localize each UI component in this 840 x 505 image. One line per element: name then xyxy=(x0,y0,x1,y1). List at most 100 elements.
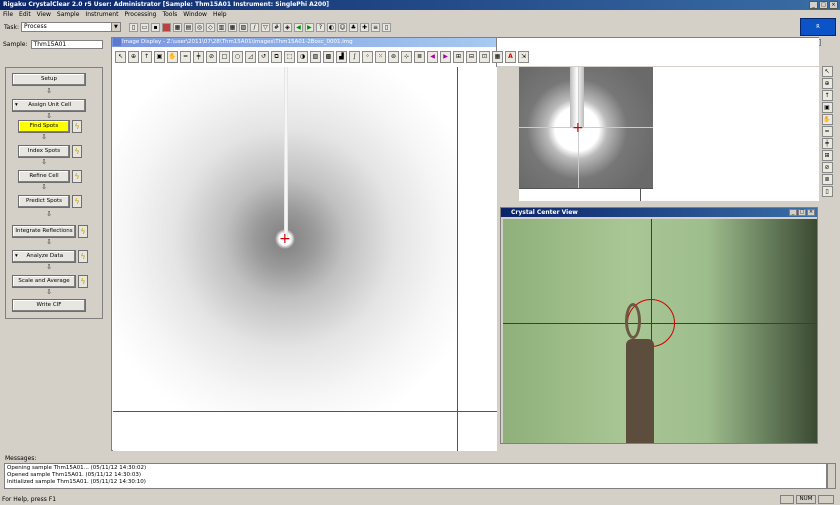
help-icon[interactable]: ? xyxy=(315,22,325,32)
grid-icon[interactable]: ▦ xyxy=(492,50,503,63)
menu-processing[interactable]: Processing xyxy=(121,10,159,19)
analyze-data-button[interactable]: ▾ Analyze Data xyxy=(12,250,76,263)
lightning-icon[interactable]: ϟ xyxy=(72,195,82,208)
menu-sample[interactable]: Sample xyxy=(54,10,83,19)
eraser-icon[interactable]: ◿ xyxy=(245,50,256,63)
predict-spots-button[interactable]: Predict Spots xyxy=(18,195,70,208)
frame-icon[interactable]: ▣ xyxy=(154,50,165,63)
lightning-icon[interactable]: ϟ xyxy=(72,120,82,133)
lightning-icon[interactable]: ϟ xyxy=(78,225,88,238)
previous-image-icon[interactable]: ◀ xyxy=(427,50,438,63)
maximize-button[interactable]: □ xyxy=(819,1,828,9)
pointer-icon[interactable]: ↖ xyxy=(821,66,833,77)
open-folder-icon[interactable]: ▭ xyxy=(139,22,149,32)
save-icon[interactable]: ▪ xyxy=(150,22,160,32)
overlay-icon[interactable]: ⊚ xyxy=(388,50,399,63)
arrow-left-icon[interactable]: ◀ xyxy=(293,22,303,32)
next-image-icon[interactable]: ▶ xyxy=(440,50,451,63)
refine-cell-button[interactable]: Refine Cell xyxy=(18,170,70,183)
document-icon[interactable]: ▯ xyxy=(381,22,391,32)
crystal-icon[interactable]: ◇ xyxy=(205,22,215,32)
chart-icon[interactable]: ▨ xyxy=(238,22,248,32)
magnify-icon[interactable]: ⊘ xyxy=(821,162,833,173)
list-icon[interactable]: ≡ xyxy=(370,22,380,32)
lightning-icon[interactable]: ϟ xyxy=(78,250,88,263)
stack-icon[interactable]: ≣ xyxy=(821,174,833,185)
scan-icon[interactable]: ▥ xyxy=(216,22,226,32)
palette-icon[interactable]: ▧ xyxy=(310,50,321,63)
menu-edit[interactable]: Edit xyxy=(16,10,34,19)
menu-tools[interactable]: Tools xyxy=(159,10,180,19)
frame-icon[interactable]: ▣ xyxy=(821,102,833,113)
minimize-button[interactable]: _ xyxy=(789,209,797,216)
colormap-icon[interactable]: ▩ xyxy=(323,50,334,63)
contrast-icon[interactable]: ◑ xyxy=(297,50,308,63)
line-icon[interactable]: ═ xyxy=(821,126,833,137)
lightning-icon[interactable]: ϟ xyxy=(78,275,88,288)
ruler-icon[interactable]: ╪ xyxy=(193,50,204,63)
menu-instrument[interactable]: Instrument xyxy=(82,10,121,19)
beam-icon[interactable]: ✚ xyxy=(359,22,369,32)
sample-icon[interactable]: ♣ xyxy=(348,22,358,32)
task-select[interactable]: Process ▼ xyxy=(20,22,121,32)
wand-icon[interactable]: / xyxy=(249,22,259,32)
goniometer-icon[interactable]: ◎ xyxy=(194,22,204,32)
write-cif-button[interactable]: Write CIF xyxy=(12,299,86,312)
magnify-icon[interactable]: ⊘ xyxy=(206,50,217,63)
zoom-in-icon[interactable]: ⊞ xyxy=(821,150,833,161)
integrate-reflections-button[interactable]: Integrate Reflections xyxy=(12,225,76,238)
print-icon[interactable]: ▤ xyxy=(183,22,193,32)
scroll-icon[interactable]: ▯ xyxy=(821,186,833,197)
minimize-button[interactable]: _ xyxy=(809,1,818,9)
sample-field[interactable]: Thm15A01 xyxy=(30,40,103,49)
scale-and-average-button[interactable]: Scale and Average xyxy=(12,275,76,288)
zoom-in-icon[interactable]: ⊞ xyxy=(453,50,464,63)
curve-icon[interactable]: ∫ xyxy=(349,50,360,63)
table-icon[interactable]: ▦ xyxy=(227,22,237,32)
select-icon[interactable]: ⬚ xyxy=(284,50,295,63)
filter-icon[interactable]: ▽ xyxy=(260,22,270,32)
dial-icon[interactable]: ◐ xyxy=(326,22,336,32)
hand-icon[interactable]: ✋ xyxy=(167,50,178,63)
menu-window[interactable]: Window xyxy=(180,10,210,19)
index-spots-button[interactable]: Index Spots xyxy=(18,145,70,158)
pointer-icon[interactable]: ↖ xyxy=(115,50,126,63)
setup-button[interactable]: Setup xyxy=(12,73,86,86)
predict-icon[interactable]: ⁙ xyxy=(375,50,386,63)
rectangle-icon[interactable]: □ xyxy=(219,50,230,63)
zoom-icon[interactable]: ⊕ xyxy=(821,78,833,89)
histogram-icon[interactable]: ▟ xyxy=(336,50,347,63)
spots-icon[interactable]: ⁘ xyxy=(362,50,373,63)
close-button[interactable]: × xyxy=(807,209,815,216)
image-icon[interactable]: ▦ xyxy=(172,22,182,32)
zoom-out-icon[interactable]: ⊟ xyxy=(466,50,477,63)
zoom-icon[interactable]: ⊕ xyxy=(128,50,139,63)
line-icon[interactable]: ═ xyxy=(180,50,191,63)
close-button[interactable]: × xyxy=(829,1,838,9)
stop-icon[interactable] xyxy=(161,22,171,32)
circle-icon[interactable]: ○ xyxy=(232,50,243,63)
menu-file[interactable]: File xyxy=(0,10,16,19)
grid-icon[interactable]: # xyxy=(271,22,281,32)
new-file-icon[interactable]: ▯ xyxy=(128,22,138,32)
up-arrow-icon[interactable]: ↑ xyxy=(141,50,152,63)
copy-icon[interactable]: ⧉ xyxy=(271,50,282,63)
lightning-icon[interactable]: ϟ xyxy=(72,170,82,183)
restore-button[interactable]: □ xyxy=(798,209,806,216)
lightning-icon[interactable]: ϟ xyxy=(72,145,82,158)
find-spots-button[interactable]: Find Spots xyxy=(18,120,70,133)
hand-icon[interactable]: ✋ xyxy=(821,114,833,125)
menu-help[interactable]: Help xyxy=(210,10,230,19)
rotate-icon[interactable]: ↺ xyxy=(258,50,269,63)
export-icon[interactable]: ⇲ xyxy=(518,50,529,63)
stack-icon[interactable]: ≣ xyxy=(414,50,425,63)
person-icon[interactable]: ☺ xyxy=(337,22,347,32)
menu-view[interactable]: View xyxy=(34,10,54,19)
text-tool-icon[interactable]: A xyxy=(505,50,516,63)
settings-icon[interactable]: ◈ xyxy=(282,22,292,32)
assign-unit-cell-button[interactable]: ▾ Assign Unit Cell xyxy=(12,99,86,112)
messages-scrollbar[interactable] xyxy=(827,463,836,489)
up-arrow-icon[interactable]: ↑ xyxy=(821,90,833,101)
beam-center-icon[interactable]: ⊹ xyxy=(401,50,412,63)
arrow-right-icon[interactable]: ▶ xyxy=(304,22,314,32)
